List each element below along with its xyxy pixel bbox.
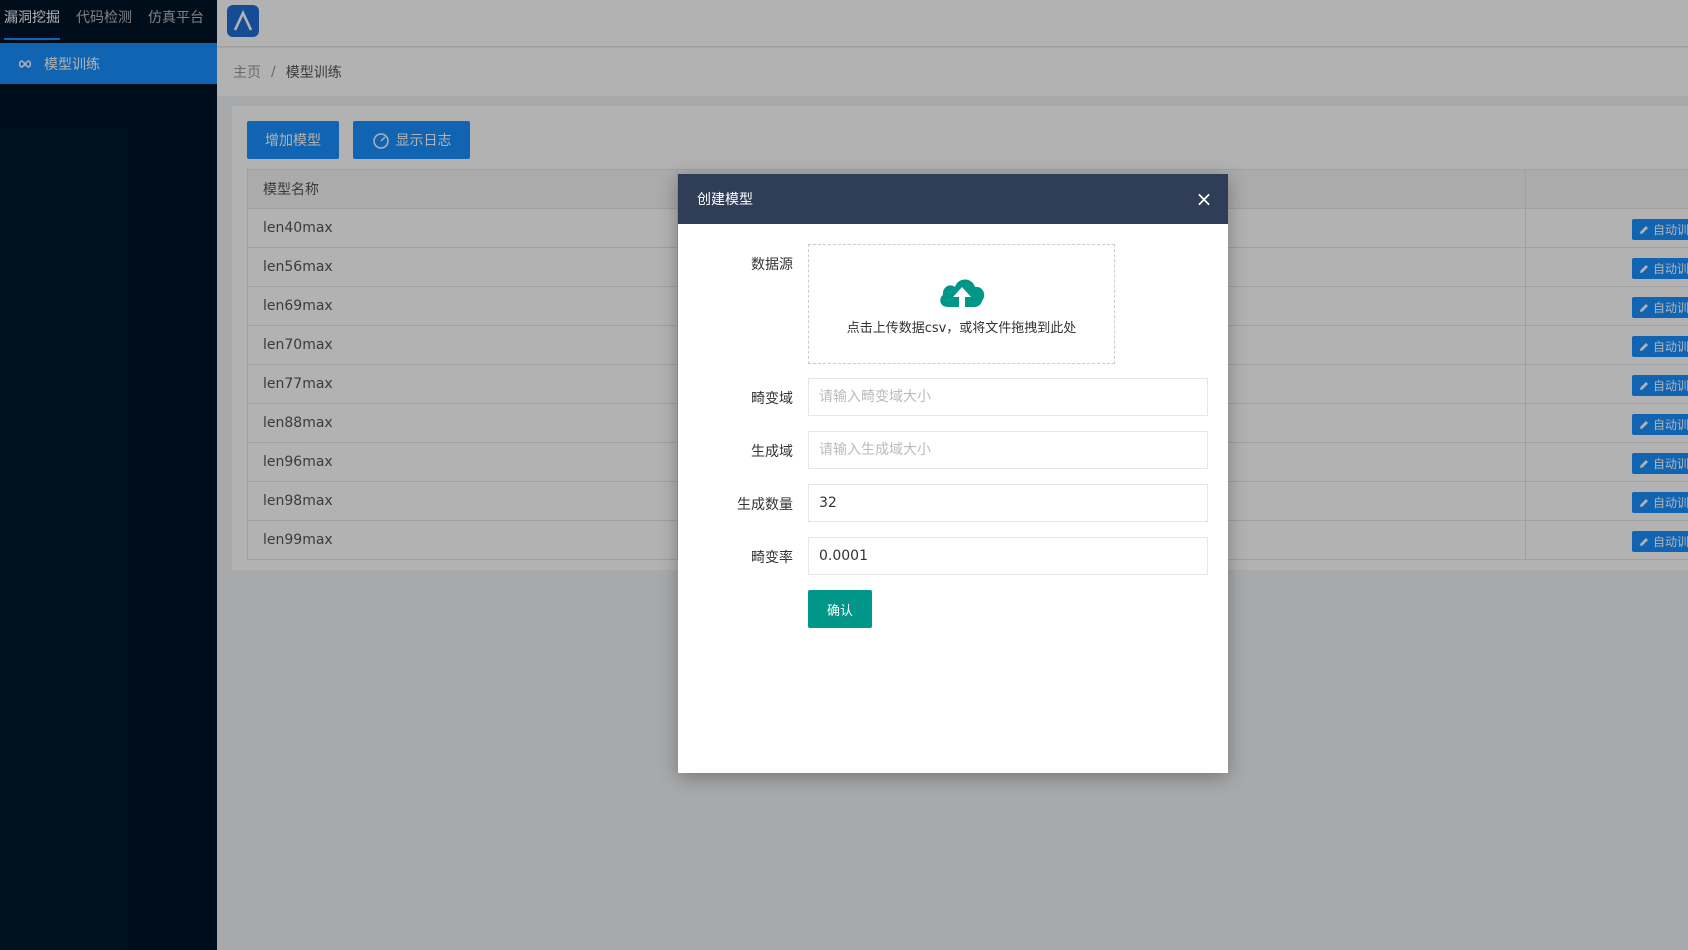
dialog-title: 创建模型 (697, 192, 753, 208)
mutation-rate-label: 畸变率 (751, 550, 793, 566)
upload-label: 数据源 (751, 257, 793, 273)
generation-count-label: 生成数量 (737, 497, 793, 513)
generation-domain-input[interactable] (808, 431, 1208, 469)
close-icon[interactable]: × (1194, 189, 1214, 209)
cloud-upload-icon (939, 279, 984, 307)
upload-hint-text: 点击上传数据csv，或将文件拖拽到此处 (846, 320, 1077, 336)
file-upload-dropzone[interactable]: 点击上传数据csv，或将文件拖拽到此处 (808, 244, 1115, 364)
generation-domain-label: 生成域 (751, 444, 793, 460)
generation-count-input[interactable] (808, 484, 1208, 522)
mutation-rate-input[interactable] (808, 537, 1208, 575)
dialog-header: 创建模型 × (678, 174, 1228, 224)
confirm-button[interactable]: 确认 (808, 590, 872, 628)
mutation-domain-label: 畸变域 (751, 391, 793, 407)
mutation-domain-input[interactable] (808, 378, 1208, 416)
create-model-dialog: 创建模型 × 数据源 点击上传数据csv，或将文件拖拽到此处 畸变域 生成域 生… (678, 174, 1228, 773)
